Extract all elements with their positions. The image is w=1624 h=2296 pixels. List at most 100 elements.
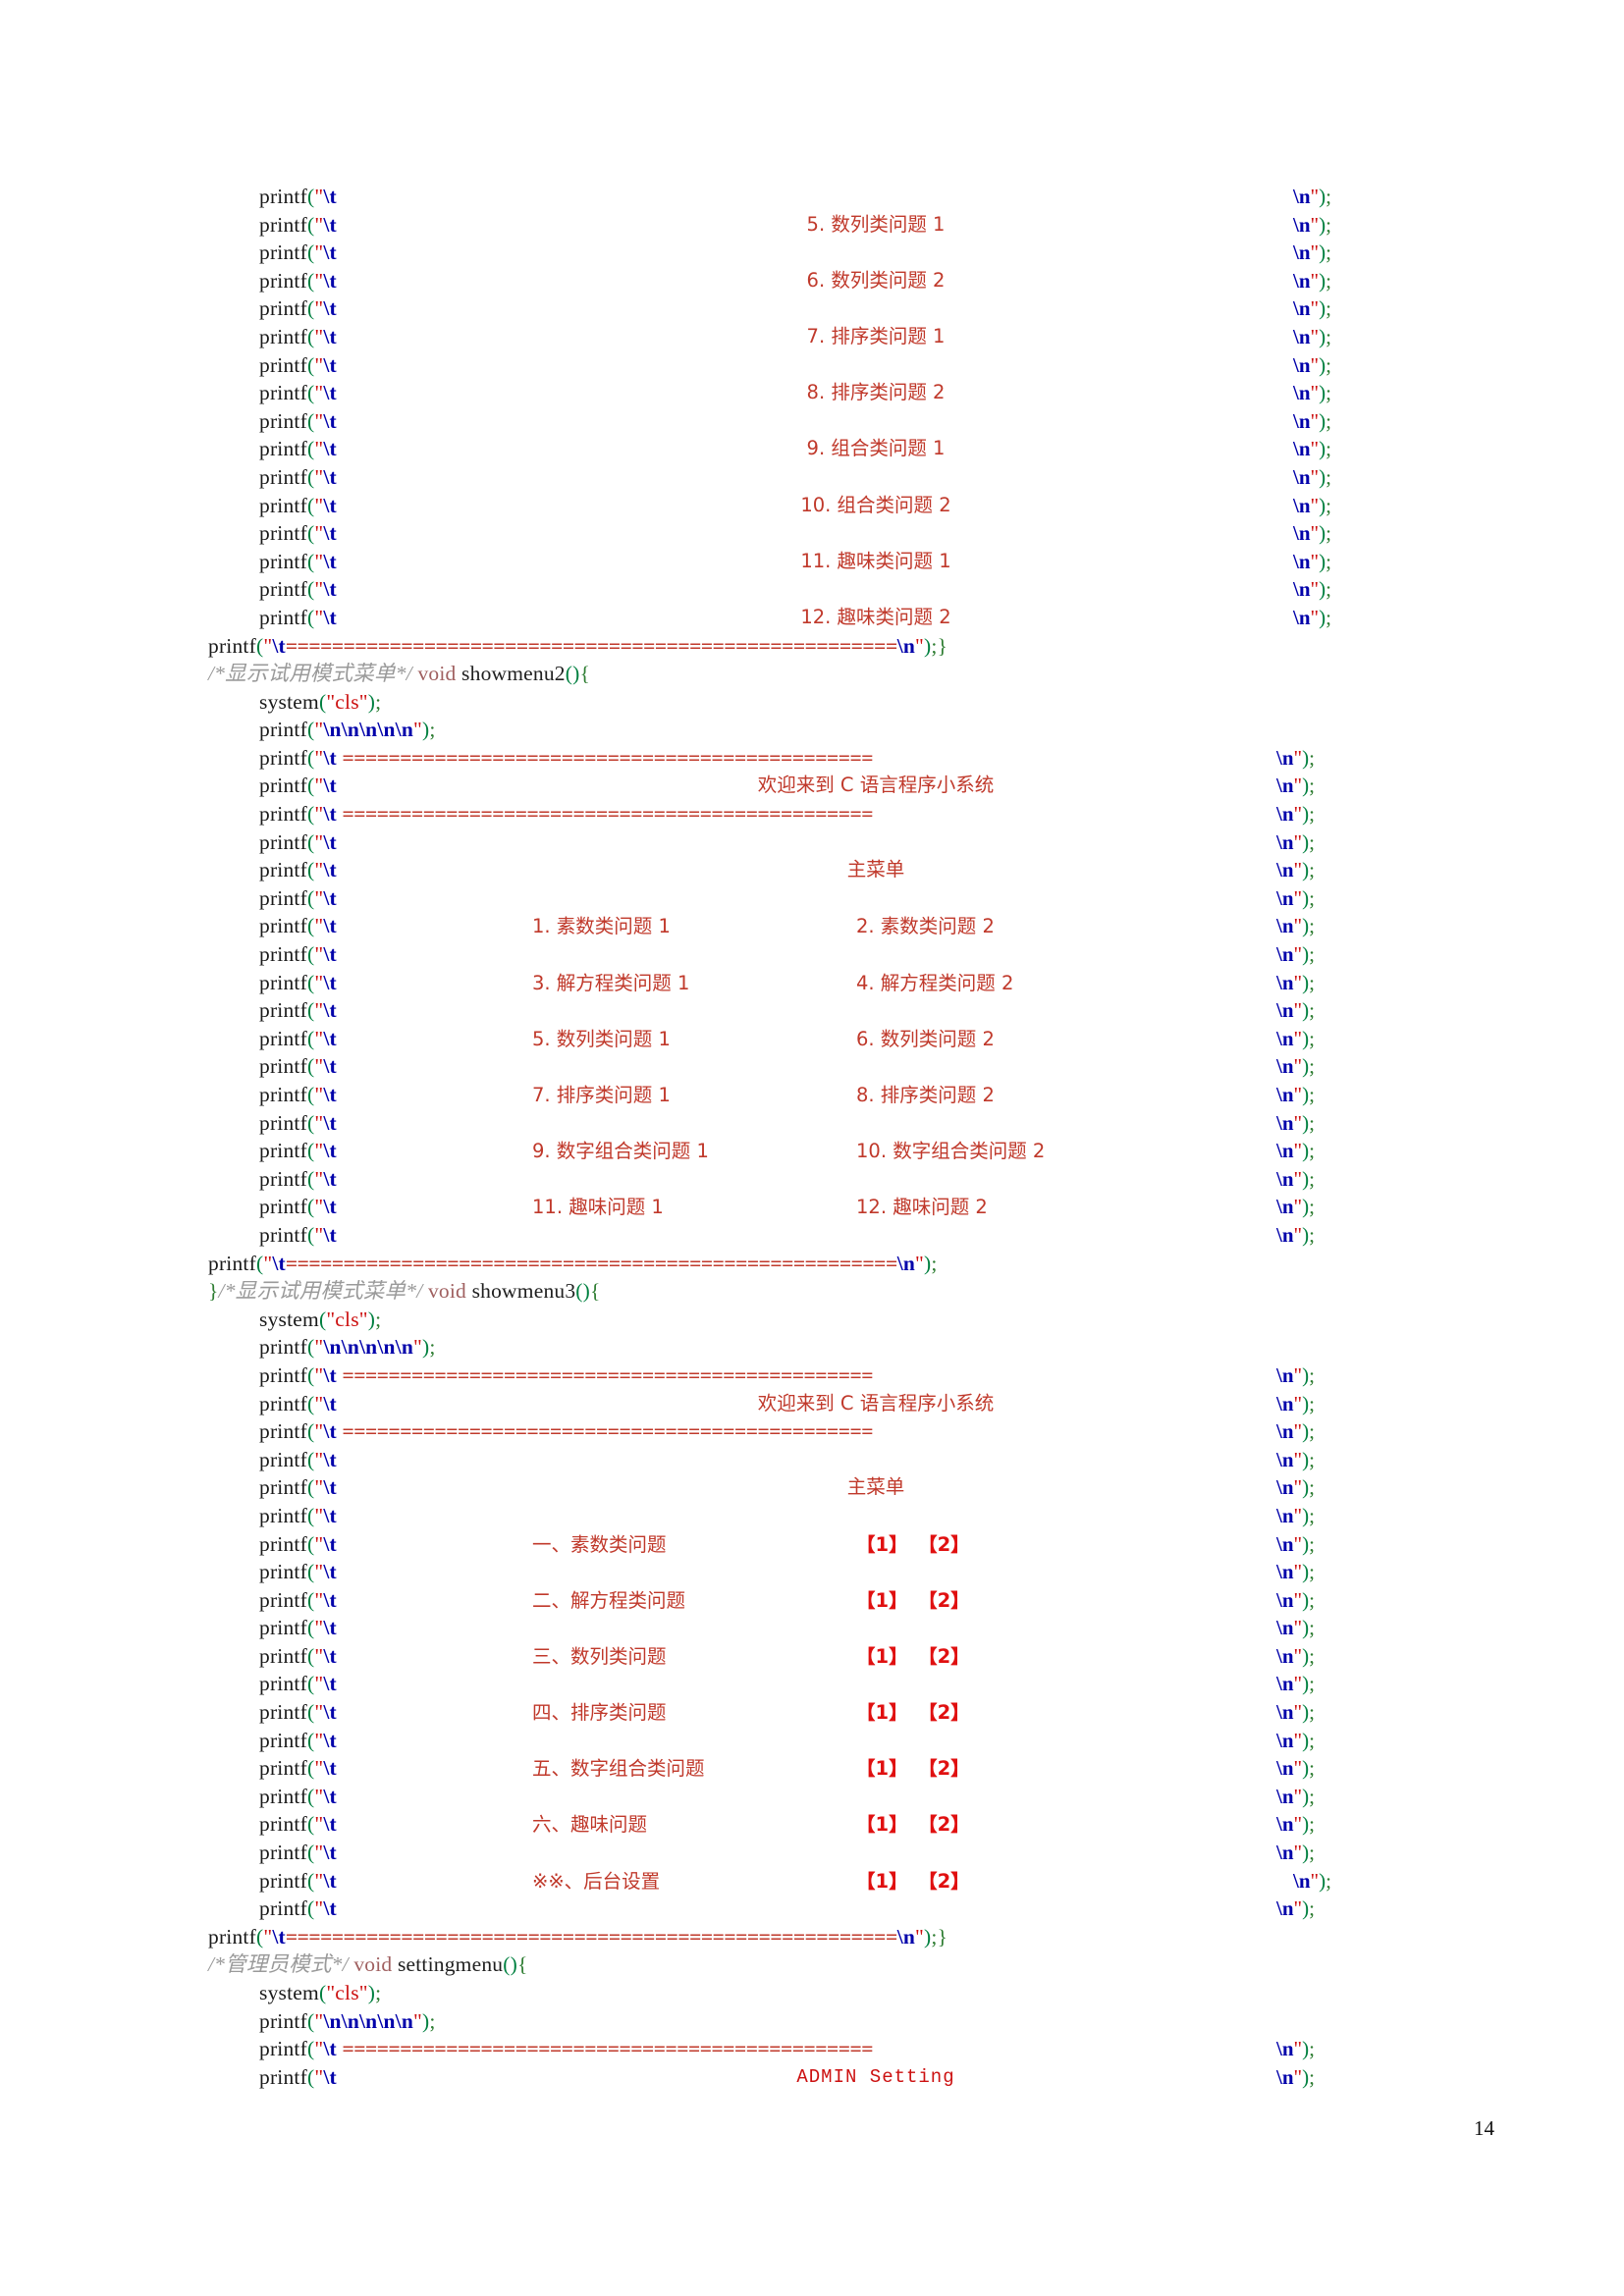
- function-signature: /*管理员模式*/ void settingmenu(){: [208, 1952, 528, 1977]
- menu-row: 一、素数类问题 【1】 【2】: [532, 1530, 1219, 1560]
- line-tail: \n");: [1293, 577, 1331, 602]
- line-tail: \n");: [1293, 549, 1331, 573]
- line-tail: \n");: [1276, 1083, 1315, 1106]
- option-badge-1: 【1】: [856, 1532, 908, 1556]
- printf-stub: printf("\t: [259, 1560, 337, 1584]
- menu-item-right: 4. 解方程类问题 2: [856, 971, 1014, 994]
- line-tail: \n");: [1276, 1110, 1315, 1135]
- code-line-menu-row: printf("\t 二、解方程类问题 【1】 【2】 \n");: [208, 1586, 1455, 1615]
- code-line: printf("\t \n");: [208, 1221, 1455, 1250]
- menu-row: 1. 素数类问题 1 2. 素数类问题 2: [532, 912, 1219, 941]
- code-line: printf("\t \n");: [208, 1670, 1455, 1698]
- printf-stub: printf("\t: [259, 1222, 337, 1247]
- line-tail: \n");: [1276, 802, 1315, 827]
- code-line-menu-row: printf("\t 一、素数类问题 【1】 【2】 \n");: [208, 1530, 1455, 1559]
- line-tail: \n");: [1276, 1447, 1315, 1471]
- line-tail: \n");: [1276, 1643, 1315, 1668]
- system-call: system("cls");: [259, 1307, 382, 1331]
- line-tail: \n");: [1276, 970, 1315, 994]
- line-tail: \n");: [1276, 1587, 1315, 1612]
- function-header-showmenu2: /*显示试用模式菜单*/ void showmenu2(){: [208, 660, 1455, 688]
- printf-stub: printf("\t: [259, 858, 337, 882]
- code-line: printf("\t \n");: [208, 1839, 1455, 1867]
- printf-stub: printf("\t: [259, 970, 337, 994]
- code-line: printf("\t 10. 组合类问题 2 \n");: [208, 492, 1455, 520]
- code-line: printf("\t \n");: [208, 828, 1455, 857]
- option-badge-2: 【2】: [918, 1644, 970, 1668]
- code-line-menu-row: printf("\t 1. 素数类问题 1 2. 素数类问题 2 \n");: [208, 912, 1455, 940]
- line-tail: \n");: [1276, 829, 1315, 854]
- code-line-system-cls: system("cls");: [208, 1979, 1455, 2007]
- document-page: printf("\t \n"); printf("\t 5. 数列类问题 1 \…: [0, 0, 1624, 2296]
- printf-stub: printf("\t: [259, 1054, 337, 1079]
- menu-item-label: 6. 数列类问题 2: [806, 268, 946, 292]
- printf-newlines: printf("\n\n\n\n\n");: [259, 1335, 436, 1360]
- menu-item-right: 12. 趣味问题 2: [856, 1196, 988, 1219]
- printf-stub: printf("\t: [259, 212, 337, 237]
- banner-title: 欢迎来到 C 语言程序小系统: [757, 774, 995, 797]
- menu-row: 四、排序类问题 【1】 【2】: [532, 1698, 1219, 1728]
- printf-stub: printf("\t: [259, 408, 337, 433]
- printf-stub: printf("\t: [259, 185, 337, 208]
- code-line-menu-row: printf("\t 7. 排序类问题 1 8. 排序类问题 2 \n");: [208, 1081, 1455, 1109]
- printf-stub: printf("\t: [259, 1447, 337, 1471]
- line-tail: \n");: [1293, 212, 1331, 237]
- category-label: 四、排序类问题: [532, 1701, 667, 1725]
- line-tail: \n");: [1276, 1419, 1315, 1444]
- menu-item-right: 10. 数字组合类问题 2: [856, 1140, 1046, 1163]
- separator-rule: ========================================…: [285, 1251, 897, 1275]
- printf-stub: printf("\t: [259, 1083, 337, 1106]
- system-call: system("cls");: [259, 689, 382, 714]
- printf-stub: printf("\t: [259, 885, 337, 910]
- code-line: printf("\t \n");: [208, 940, 1455, 969]
- code-line: printf("\t \n");: [208, 1614, 1455, 1642]
- option-badge-1: 【1】: [856, 1588, 908, 1612]
- option-badge-2: 【2】: [918, 1701, 970, 1725]
- menu-item-right: 6. 数列类问题 2: [856, 1027, 995, 1050]
- printf-stub: printf("\t: [259, 240, 337, 265]
- line-tail: \n");: [1276, 1896, 1315, 1921]
- function-comment: /*显示试用模式菜单*/: [218, 1279, 423, 1304]
- printf-stub: printf("\t: [259, 464, 337, 489]
- code-line: printf("\t \n");: [208, 1446, 1455, 1474]
- line-tail: \n");: [1276, 2064, 1315, 2089]
- separator-rule: ========================================…: [342, 802, 874, 827]
- code-line-system-cls: system("cls");: [208, 688, 1455, 717]
- code-line-newlines: printf("\n\n\n\n\n");: [208, 1333, 1455, 1362]
- printf-newlines: printf("\n\n\n\n\n");: [259, 2008, 436, 2033]
- line-tail: \n");: [1276, 1841, 1315, 1865]
- printf-stub: printf("\t: [259, 1643, 337, 1668]
- line-tail: \n");: [1293, 381, 1331, 405]
- code-line-banner-rule: printf("\t =============================…: [208, 1362, 1455, 1390]
- category-label: 二、解方程类问题: [532, 1588, 686, 1612]
- printf-stub: printf("\t: [259, 296, 337, 321]
- printf-stub: printf("\t: [259, 829, 337, 854]
- code-line: printf("\t \n");: [208, 239, 1455, 267]
- code-line: printf("\t \n");: [208, 1052, 1455, 1081]
- code-line: printf("\t 5. 数列类问题 1 \n");: [208, 211, 1455, 240]
- line-tail: \n");: [1293, 1868, 1331, 1893]
- code-line: printf("\t \n");: [208, 294, 1455, 323]
- option-badge-2: 【2】: [918, 1813, 970, 1837]
- line-tail: \n");: [1276, 745, 1315, 770]
- code-line-system-cls: system("cls");: [208, 1306, 1455, 1334]
- separator-rule: ========================================…: [342, 1419, 874, 1444]
- menu-item-left: 7. 排序类问题 1: [532, 1084, 671, 1106]
- printf-stub: printf("\t: [259, 1841, 337, 1865]
- menu-item-label: 10. 组合类问题 2: [800, 493, 951, 516]
- separator-rule: ========================================…: [285, 1924, 897, 1949]
- code-line-menu-row: printf("\t 五、数字组合类问题 【1】 【2】 \n");: [208, 1754, 1455, 1783]
- line-tail: \n");: [1276, 1026, 1315, 1050]
- separator-rule: ========================================…: [342, 2037, 874, 2061]
- code-line: printf("\t 11. 趣味类问题 1 \n");: [208, 548, 1455, 576]
- menu-row: 三、数列类问题 【1】 【2】: [532, 1642, 1219, 1672]
- line-tail: \n");: [1276, 1728, 1315, 1752]
- printf-stub: printf("\t: [259, 493, 337, 517]
- system-call: system("cls");: [259, 1981, 382, 2004]
- code-line-admin-banner: printf("\t ADMIN Setting \n");: [208, 2063, 1455, 2092]
- line-tail: \n");: [1293, 493, 1331, 517]
- menu-row: 六、趣味问题 【1】 【2】: [532, 1810, 1219, 1840]
- printf-stub: printf("\t: [259, 549, 337, 573]
- option-badge-2: 【2】: [918, 1757, 970, 1781]
- menu-item-left: 11. 趣味问题 1: [532, 1196, 664, 1219]
